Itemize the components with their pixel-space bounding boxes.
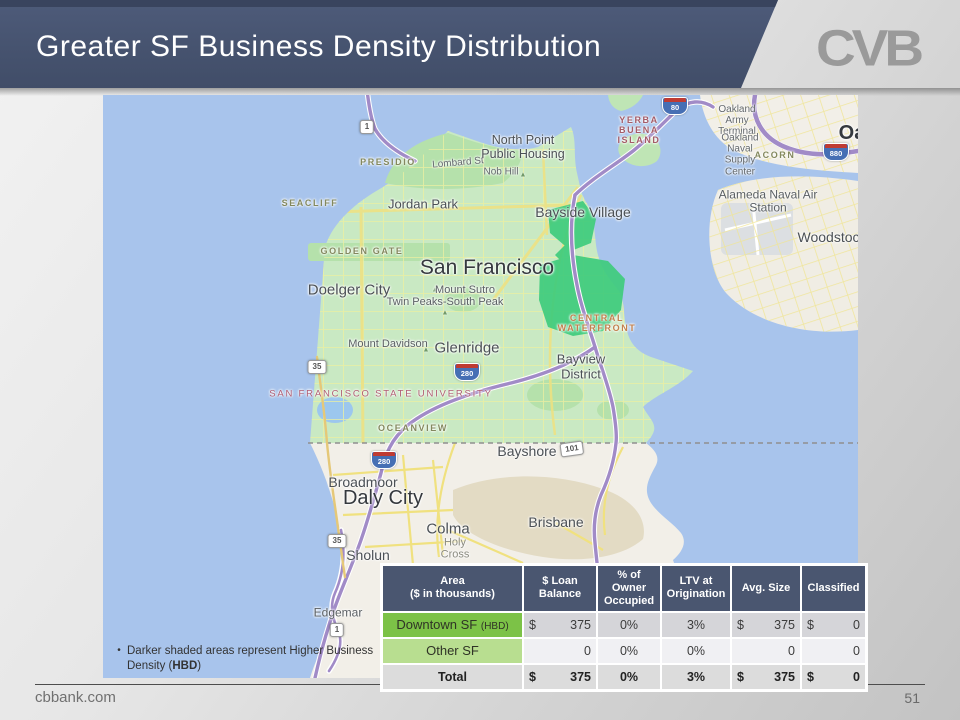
cell-owner-downtown: 0%	[598, 613, 660, 637]
map-label-sholun: Sholun	[346, 548, 390, 564]
cell-total-classified: $0	[802, 665, 865, 689]
col-header-classified: Classified	[802, 566, 865, 611]
peak-icon: ▲	[423, 347, 430, 354]
map-label-oceanview: OCEANVIEW	[378, 423, 448, 433]
map-label-edgemar: Edgemar	[314, 606, 363, 619]
cell-area-other: Other SF	[383, 639, 522, 663]
cell-total-owner: 0%	[598, 665, 660, 689]
map-label-daly-city: Daly City	[343, 487, 423, 509]
cell-classified-other: 0	[802, 639, 865, 663]
map-label-doelger-city: Doelger City	[308, 283, 391, 300]
note-text-close: )	[197, 660, 201, 672]
map-label-yerba-buena-island: YERBA BUENA ISLAND	[598, 115, 680, 145]
hbd-legend-note: • Darker shaded areas represent Higher B…	[111, 644, 387, 674]
route-shield-1-north: 1	[360, 120, 374, 134]
map-label-jordan-park: Jordan Park	[388, 198, 458, 213]
map-label-holy-cross: Holy Cross	[434, 537, 476, 562]
map-label-nob-hill: Nob Hill	[483, 166, 518, 177]
map-label-central-waterfront: CENTRAL WATERFRONT	[549, 313, 645, 333]
cell-avg-downtown: $375	[732, 613, 800, 637]
table-header-row: Area ($ in thousands) $ Loan Balance % o…	[383, 566, 865, 611]
col-header-ltv: LTV at Origination	[662, 566, 730, 611]
cvb-logo-icon: CVB	[798, 19, 938, 78]
col-header-owner-occupied: % of Owner Occupied	[598, 566, 660, 611]
route-shield-280-south: 280	[371, 451, 397, 469]
map-label-brisbane: Brisbane	[528, 515, 583, 531]
website-footer: cbbank.com	[35, 689, 116, 706]
col-header-area: Area ($ in thousands)	[383, 566, 522, 611]
cell-ltv-other: 0%	[662, 639, 730, 663]
title-banner: Greater SF Business Density Distribution	[0, 0, 810, 88]
route-shield-35-north: 35	[308, 360, 327, 374]
cell-total-avg: $375	[732, 665, 800, 689]
route-shield-1-south: 1	[330, 623, 344, 637]
cell-total-label: Total	[383, 665, 522, 689]
bullet-icon: •	[111, 644, 127, 674]
route-shield-880: 880	[823, 143, 849, 161]
page-number: 51	[904, 690, 920, 706]
map-label-bayview-district: Bayview District	[550, 352, 612, 381]
page-title: Greater SF Business Density Distribution	[36, 30, 601, 64]
map-label-bayside-village: Bayside Village	[535, 205, 630, 221]
cell-total-ltv: 3%	[662, 665, 730, 689]
peak-icon: ▲	[520, 172, 527, 179]
map-label-alameda-nas: Alameda Naval Air Station	[709, 189, 827, 216]
cell-loan-other: 0	[524, 639, 596, 663]
map-label-san-francisco: San Francisco	[420, 256, 554, 280]
cell-area-downtown: Downtown SF (HBD)	[383, 613, 522, 637]
slide: Greater SF Business Density Distribution…	[0, 0, 960, 720]
cell-owner-other: 0%	[598, 639, 660, 663]
col-header-avg-size: Avg. Size	[732, 566, 800, 611]
banner-top-strip	[0, 0, 810, 7]
map-label-oakland-naval-supply: Oakland Naval Supply Center	[714, 133, 766, 178]
map-label-mount-sutro: Mount Sutro	[435, 284, 495, 296]
table-row-other-sf: Other SF 0 0% 0% 0 0	[383, 639, 865, 663]
map-label-presidio: PRESIDIO	[360, 157, 416, 167]
cell-avg-other: 0	[732, 639, 800, 663]
map-label-glenridge: Glenridge	[434, 341, 499, 358]
cell-loan-downtown: $375	[524, 613, 596, 637]
map-label-north-point: North Point Public Housing	[480, 133, 566, 161]
peak-icon: ▲	[442, 310, 449, 317]
map-label-golden-gate: GOLDEN GATE	[321, 246, 404, 256]
map-label-oakland-partial: Oa	[839, 122, 858, 144]
table-row-downtown-sf: Downtown SF (HBD) $375 0% 3% $375 $0	[383, 613, 865, 637]
route-shield-35-south: 35	[328, 534, 347, 548]
cell-classified-downtown: $0	[802, 613, 865, 637]
map-label-mount-davidson: Mount Davidson	[348, 338, 428, 350]
route-shield-80: 80	[662, 97, 688, 115]
map-label-sfsu: SAN FRANCISCO STATE UNIVERSITY	[269, 390, 493, 401]
route-shield-280-north: 280	[454, 363, 480, 381]
col-header-loan-balance: $ Loan Balance	[524, 566, 596, 611]
map-label-seacliff: SEACLIFF	[282, 198, 339, 208]
map-label-twin-peaks: Twin Peaks-South Peak	[387, 296, 504, 308]
loan-summary-table: Area ($ in thousands) $ Loan Balance % o…	[381, 564, 867, 691]
cell-ltv-downtown: 3%	[662, 613, 730, 637]
cell-total-loan: $375	[524, 665, 596, 689]
table-row-total: Total $375 0% 3% $375 $0	[383, 665, 865, 689]
note-text: Darker shaded areas represent Higher Bus…	[127, 645, 373, 672]
map-label-bayshore: Bayshore	[497, 444, 556, 460]
note-hbd-bold: HBD	[172, 660, 197, 672]
map-label-woodstock: Woodstock	[798, 230, 859, 246]
